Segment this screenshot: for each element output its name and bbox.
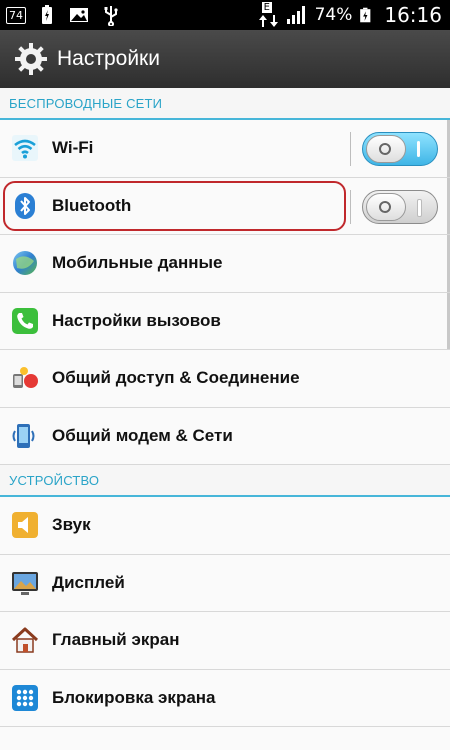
divider [350,132,351,166]
usb-icon [104,6,118,26]
signal-strength-icon [286,6,305,24]
settings-item-bluetooth[interactable]: Bluetooth [0,178,450,235]
action-bar: Настройки [0,30,450,88]
toggle-knob [366,135,406,163]
network-type-indicator: E [258,2,279,27]
settings-item-label: Общий доступ & Соединение [52,368,300,388]
settings-item-mobile-data[interactable]: Мобильные данные [0,235,450,293]
tethering-icon [12,423,35,448]
home-icon [11,627,39,653]
usb-storage-icon [42,5,52,24]
speaker-icon [12,512,38,539]
phone-icon [12,307,38,334]
data-arrows-icon [258,15,278,27]
toggle-on-mark [417,141,420,157]
settings-list[interactable]: БЕСПРОВОДНЫЕ СЕТИ Wi-Fi Bluetooth Мобиль… [0,88,450,750]
battery-charging-icon [360,7,371,23]
share-icon [13,367,38,389]
image-icon [70,8,88,22]
settings-item-label: Wi-Fi [52,138,94,158]
page-title: Настройки [57,47,160,70]
settings-item-label: Звук [52,515,91,535]
status-bar: 74 E 74% 16:16 [0,0,450,30]
settings-item-label: Общий модем & Сети [52,425,233,445]
toggle-on-mark [417,198,422,217]
toggle-knob [366,192,406,221]
lock-screen-icon [12,684,38,711]
settings-item-display[interactable]: Дисплей [0,555,450,612]
settings-item-call-settings[interactable]: Настройки вызовов [0,293,450,350]
settings-item-sound[interactable]: Звук [0,497,450,555]
settings-item-share-connect[interactable]: Общий доступ & Соединение [0,350,450,408]
notification-badge: 74 [6,6,26,24]
section-header-wireless: БЕСПРОВОДНЫЕ СЕТИ [0,88,450,120]
settings-item-tethering[interactable]: Общий модем & Сети [0,408,450,465]
battery-percent: 74% [314,5,353,25]
section-header-device: УСТРОЙСТВО [0,465,450,497]
settings-item-wifi[interactable]: Wi-Fi [0,120,450,178]
display-icon [12,571,38,595]
settings-item-label: Настройки вызовов [52,310,221,330]
wifi-toggle[interactable] [362,132,438,166]
mobile-data-icon [13,251,37,276]
bluetooth-toggle[interactable] [362,189,438,224]
gear-icon [15,43,47,75]
settings-item-label: Мобильные данные [52,253,223,273]
settings-item-home-screen[interactable]: Главный экран [0,612,450,670]
network-type-letter: E [261,2,272,13]
wifi-icon [12,135,38,162]
clock: 16:16 [384,3,442,27]
settings-item-label: Блокировка экрана [52,687,216,707]
divider [350,189,351,224]
settings-item-lock-screen[interactable]: Блокировка экрана [0,670,450,727]
settings-item-label: Дисплей [52,572,125,592]
highlight-outline [3,180,346,231]
settings-item-label: Главный экран [52,630,180,650]
